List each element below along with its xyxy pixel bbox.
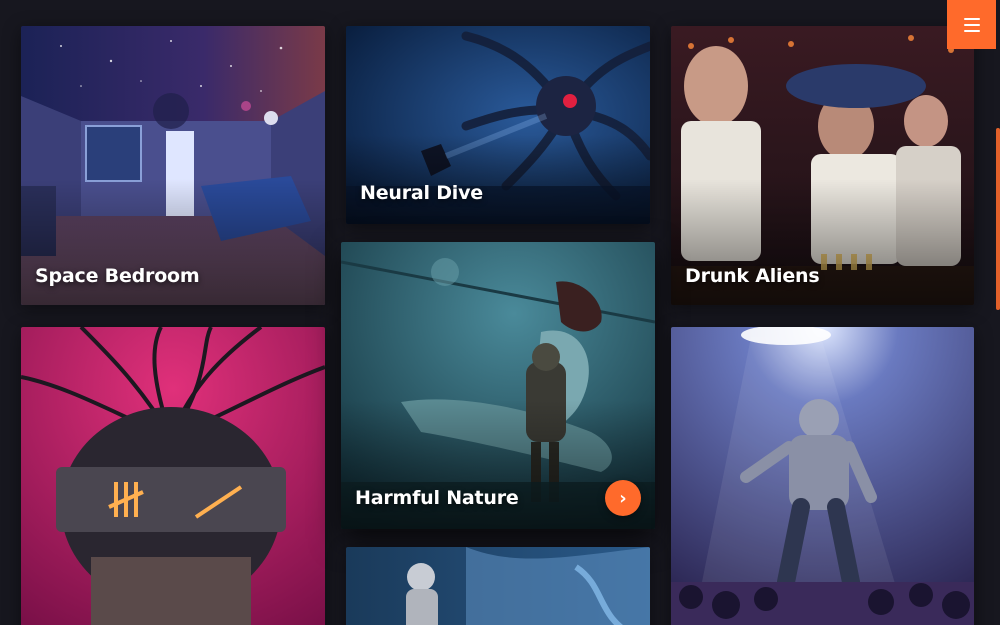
gallery-card-neural-dive[interactable]: Neural Dive	[346, 26, 650, 224]
card-title: Drunk Aliens	[685, 265, 820, 287]
card-title: Space Bedroom	[35, 265, 200, 287]
gallery-card-astronaut-portal[interactable]	[346, 547, 650, 625]
next-arrow-button[interactable]: ›	[605, 480, 641, 516]
gallery-card-astronaut-concert[interactable]	[671, 327, 974, 625]
card-title: Neural Dive	[360, 182, 483, 204]
gallery-card-drunk-aliens[interactable]: Drunk Aliens	[671, 26, 974, 305]
gallery-card-harmful-nature[interactable]: Harmful Nature ›	[341, 242, 655, 529]
card-image	[671, 327, 974, 625]
card-image	[346, 547, 650, 625]
card-title: Harmful Nature	[355, 487, 519, 509]
hamburger-icon-bar	[963, 29, 980, 32]
gallery-card-cyber-head[interactable]	[21, 327, 325, 625]
gallery-page: Space Bedroom Neural Dive Drunk Aliens H…	[0, 0, 1000, 625]
hamburger-icon-bar	[963, 23, 980, 26]
chevron-right-icon: ›	[619, 487, 627, 509]
scrollbar-thumb[interactable]	[996, 128, 1000, 310]
gallery-card-space-bedroom[interactable]: Space Bedroom	[21, 26, 325, 305]
hamburger-icon-bar	[963, 17, 980, 20]
menu-button[interactable]	[947, 0, 996, 49]
card-image	[21, 327, 325, 625]
